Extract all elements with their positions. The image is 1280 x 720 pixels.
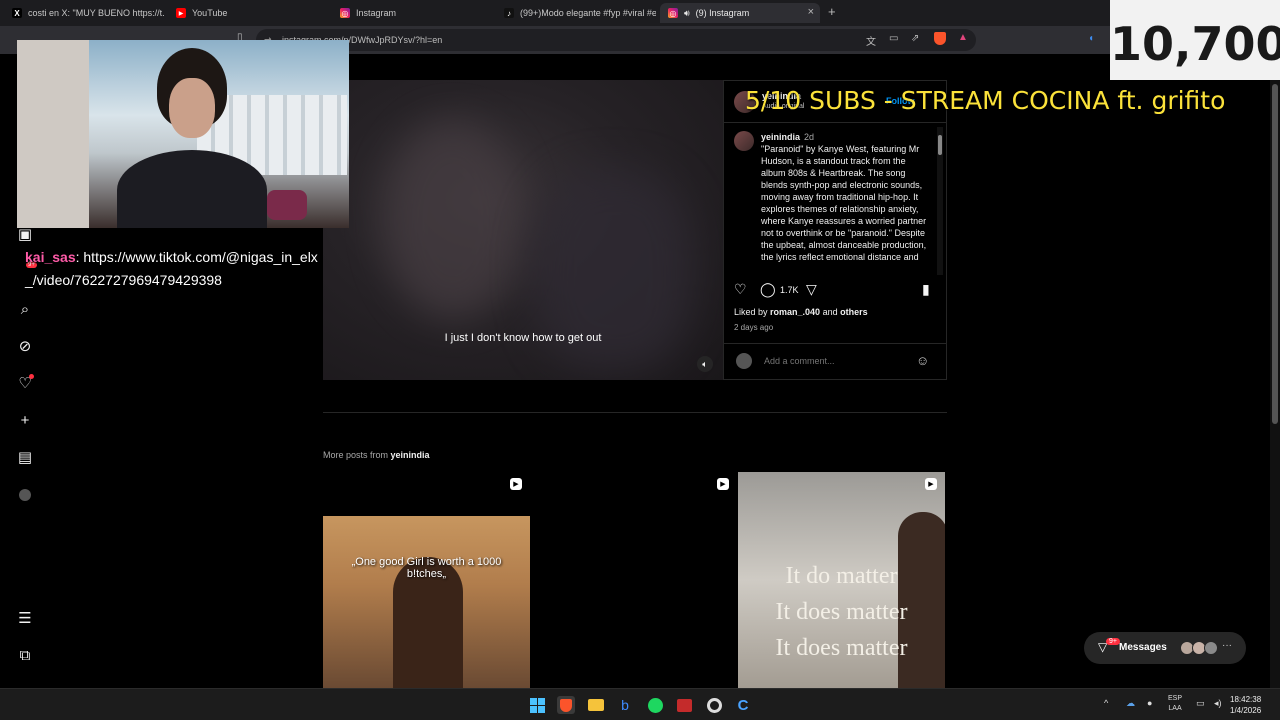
messages-badge: 9+ xyxy=(1106,638,1120,645)
share-icon[interactable]: ⇗ xyxy=(911,33,919,44)
extension-icon[interactable]: ◖ xyxy=(1088,33,1094,44)
tab-label: YouTube xyxy=(192,8,228,18)
messages-label: Messages xyxy=(1119,642,1167,653)
more-posts-heading: More posts from yeinindia xyxy=(323,450,430,460)
mute-icon[interactable]: 🔈︎ xyxy=(697,356,713,372)
file-explorer-icon[interactable] xyxy=(587,696,605,714)
post-details-panel: yeinindia Audio original Follow yeinindi… xyxy=(723,80,947,380)
explore-icon[interactable]: ⊘ xyxy=(16,337,34,355)
page-scrollbar[interactable] xyxy=(1270,54,1280,688)
tab-label: Instagram xyxy=(356,8,397,18)
tray-chevron-icon[interactable]: ^ xyxy=(1104,698,1108,708)
taskbar-clock[interactable]: 18:42:38 1/4/2026 xyxy=(1230,694,1261,716)
obs-icon[interactable] xyxy=(675,696,693,714)
webcam-overlay xyxy=(17,40,349,228)
comment-row: ☺ xyxy=(724,343,946,379)
create-plus-icon[interactable]: + xyxy=(16,411,34,429)
spotify-icon[interactable] xyxy=(646,696,664,714)
emoji-icon[interactable]: ☺ xyxy=(916,353,929,368)
close-tab-icon[interactable]: × xyxy=(808,6,814,18)
notifications-heart-icon[interactable]: ♡ xyxy=(16,374,34,392)
caption-avatar[interactable] xyxy=(734,131,754,151)
x-icon: X xyxy=(12,8,22,18)
thumbnail-caption: „One good Girl is worth a 1000 b!tches„ xyxy=(351,556,502,580)
more-dots-icon: ··· xyxy=(1222,640,1232,651)
share-send-icon[interactable]: ▽ xyxy=(806,281,817,298)
browser-tab-strip: X costi en X: "MUY BUENO https://t.co ▶ … xyxy=(0,0,1280,26)
tray-cloud-icon[interactable]: ☁ xyxy=(1126,698,1135,709)
liked-by: Liked by roman_.040 and others xyxy=(734,307,868,317)
comment-count: 1.7K xyxy=(780,285,799,295)
new-tab-button[interactable]: + xyxy=(828,4,836,19)
save-bookmark-icon[interactable]: ▮ xyxy=(922,281,930,298)
caption-text: "Paranoid" by Kanye West, featuring Mr H… xyxy=(761,144,927,262)
post-thumbnail[interactable]: It do matter It does matter It does matt… xyxy=(738,472,945,688)
post-caption: yeinindia 2d "Paranoid" by Kanye West, fe… xyxy=(761,131,929,271)
tab-instagram[interactable]: ◎ Instagram xyxy=(332,3,492,23)
caption-scrollbar[interactable] xyxy=(937,127,943,275)
stream-chat-message: kai_sas: https://www.tiktok.com/@nigas_i… xyxy=(25,246,325,292)
tab-instagram-active[interactable]: ◎ 🔊︎ (9) Instagram × xyxy=(660,3,820,23)
instagram-icon: ◎ xyxy=(340,8,350,18)
dashboard-icon[interactable]: ▤ xyxy=(16,448,34,466)
profile-avatar[interactable] xyxy=(16,486,34,504)
windows-taskbar: b C ^ ☁ ● ESP LAA ▭ ◂) 18:42:38 1/4/2026 xyxy=(0,688,1280,720)
reel-icon: ▶ xyxy=(510,478,522,490)
bing-icon[interactable]: b xyxy=(616,696,634,714)
liked-user[interactable]: roman_.040 xyxy=(770,307,820,317)
tab-x[interactable]: X costi en X: "MUY BUENO https://t.co xyxy=(4,3,164,23)
tab-tiktok[interactable]: ♪ (99+)Modo elegante #fyp #viral #ele xyxy=(496,3,656,23)
speaker-icon: 🔊︎ xyxy=(684,7,690,18)
app-c-icon[interactable]: C xyxy=(734,696,752,714)
youtube-icon: ▶ xyxy=(176,8,186,18)
posted-ago: 2 days ago xyxy=(734,323,774,332)
more-posts-user[interactable]: yeinindia xyxy=(391,450,430,460)
subscriber-goal-banner: 5/10 SUBS - STREAM COCINA ft. grifito xyxy=(745,86,1226,115)
comment-icon[interactable]: ◯ xyxy=(760,281,776,298)
caption-time: 2d xyxy=(804,132,815,142)
search-icon[interactable]: ⌕ xyxy=(16,300,34,318)
avatar xyxy=(1204,641,1218,655)
translate-icon[interactable]: 文 xyxy=(866,33,876,48)
also-from-meta-icon[interactable]: ⧉ xyxy=(16,646,34,664)
tab-youtube[interactable]: ▶ YouTube xyxy=(168,3,328,23)
brave-rewards-icon[interactable]: ▲ xyxy=(958,32,968,43)
tray-display-icon[interactable]: ▭ xyxy=(1196,698,1205,709)
tiktok-icon: ♪ xyxy=(504,8,514,18)
instagram-icon: ◎ xyxy=(668,8,678,18)
chrome-icon[interactable] xyxy=(705,696,723,714)
my-avatar xyxy=(736,353,752,369)
like-heart-icon[interactable]: ♡ xyxy=(734,281,747,298)
post-thumbnail[interactable]: ▶ xyxy=(530,472,737,688)
post-thumbnail[interactable]: „One good Girl is worth a 1000 b!tches„ … xyxy=(323,472,530,688)
tab-label: (99+)Modo elegante #fyp #viral #ele xyxy=(520,8,656,18)
subscriber-counter: 10,700 xyxy=(1110,0,1280,80)
reel-icon: ▶ xyxy=(717,478,729,490)
windows-start-icon[interactable] xyxy=(528,696,546,714)
language-indicator[interactable]: ESP LAA xyxy=(1168,694,1182,714)
cast-icon[interactable]: ▭ xyxy=(889,33,898,44)
thumbnail-lyrics: It do matter It does matter It does matt… xyxy=(775,563,908,661)
comment-input[interactable] xyxy=(764,356,914,366)
tab-label: costi en X: "MUY BUENO https://t.co xyxy=(28,8,164,18)
tray-mic-icon[interactable]: ● xyxy=(1147,698,1152,708)
more-menu-icon[interactable]: ☰ xyxy=(16,609,34,627)
caption-username[interactable]: yeinindia xyxy=(761,132,800,142)
reel-video-player[interactable]: I just I don't know how to get out 🔈︎ xyxy=(323,80,723,380)
messages-button[interactable]: ▽ 9+ Messages ··· xyxy=(1084,632,1246,664)
liked-others[interactable]: others xyxy=(840,307,868,317)
reel-icon: ▶ xyxy=(925,478,937,490)
notification-dot xyxy=(29,374,34,379)
brave-icon[interactable] xyxy=(557,696,575,714)
chat-username: kai_sas xyxy=(25,249,76,265)
video-subtitle: I just I don't know how to get out xyxy=(444,332,602,344)
tab-label: (9) Instagram xyxy=(695,8,750,18)
tray-volume-icon[interactable]: ◂) xyxy=(1214,698,1222,709)
post-actions: ♡ ◯ 1.7K ▽ ▮ xyxy=(724,279,946,303)
brave-shield-icon[interactable] xyxy=(934,32,946,45)
section-divider xyxy=(323,412,947,413)
